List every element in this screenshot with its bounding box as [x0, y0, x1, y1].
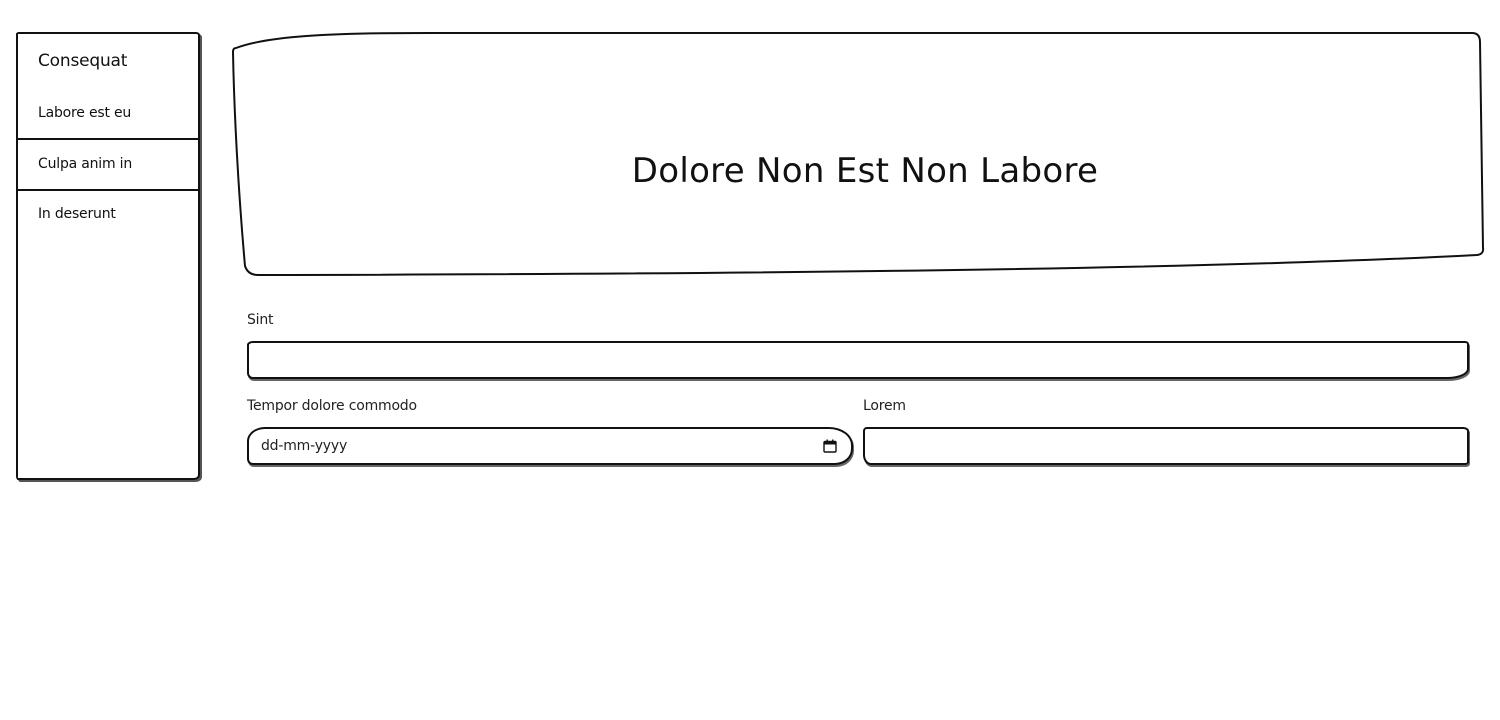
tempor-dolore-commodo-label: Tempor dolore commodo — [247, 398, 417, 414]
hero-card: Dolore Non Est Non Labore — [228, 28, 1490, 282]
sint-label: Sint — [247, 312, 274, 328]
calendar-icon[interactable] — [823, 439, 837, 453]
date-placeholder: dd-mm-yyyy — [261, 438, 348, 454]
sidebar-item-in-deserunt[interactable]: In deserunt — [18, 191, 198, 241]
tempor-dolore-commodo-date-input[interactable]: dd-mm-yyyy — [247, 427, 853, 465]
sidebar-item-labore-est-eu[interactable]: Labore est eu — [18, 90, 198, 140]
sidebar-item-culpa-anim-in[interactable]: Culpa anim in — [18, 141, 198, 191]
sidebar-item-label: Culpa anim in — [38, 156, 133, 172]
lorem-input[interactable] — [863, 427, 1469, 465]
hero-title: Dolore Non Est Non Labore — [631, 150, 1099, 191]
sidebar-title: Consequat — [38, 51, 128, 71]
lorem-label: Lorem — [863, 398, 906, 414]
sidebar-item-label: In deserunt — [38, 206, 116, 222]
sidebar: Consequat Labore est eu Culpa anim in In… — [16, 32, 200, 480]
sidebar-item-label: Labore est eu — [38, 105, 132, 121]
sint-input[interactable] — [247, 341, 1469, 379]
